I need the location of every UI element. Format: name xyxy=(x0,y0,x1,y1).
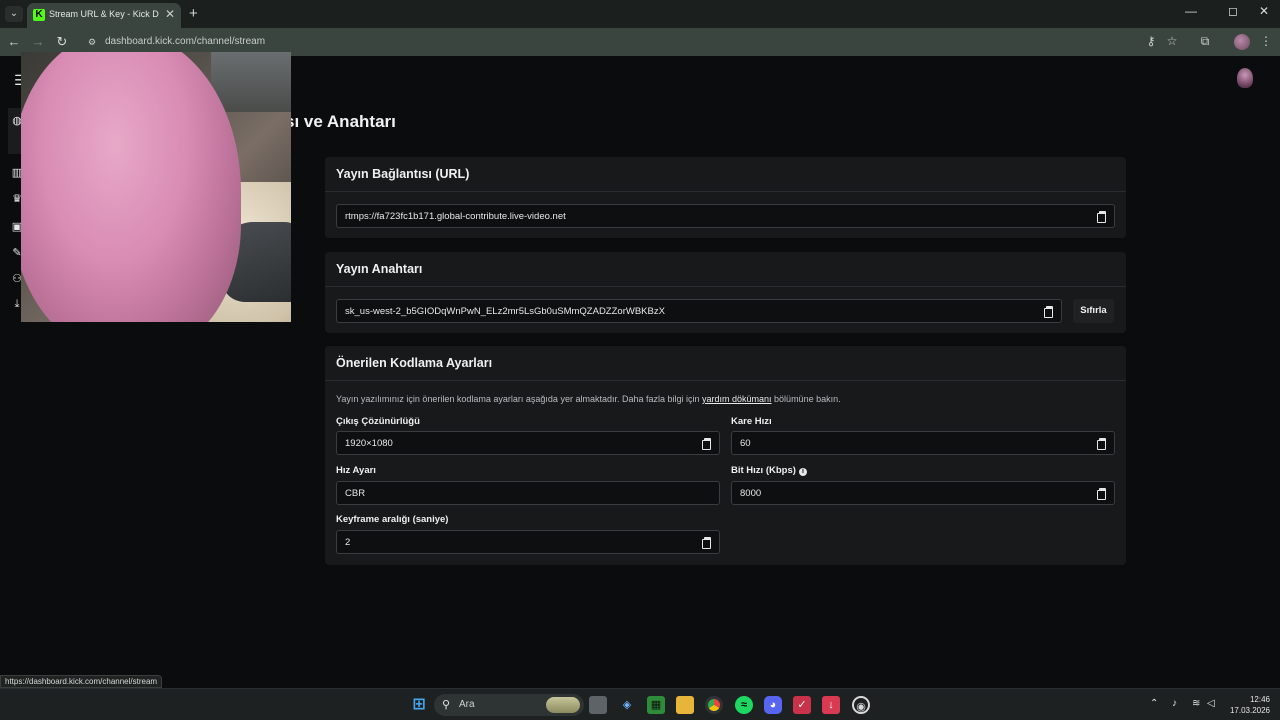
stream-url-value: rtmps://fa723fc1b171.global-contribute.l… xyxy=(345,211,566,222)
taskbar-search[interactable]: ⚲ Ara xyxy=(434,694,584,716)
keyframe-field[interactable]: 2 xyxy=(336,530,720,554)
windows-taskbar: ⊞ ⚲ Ara ◈ ▦ ≈ ◕ ✓ ↓ ◉ ⌃ ♪ ≋ ◁ 12:46 17.0… xyxy=(0,688,1280,720)
copy-icon[interactable] xyxy=(1096,487,1108,500)
forward-arrow-icon[interactable]: → xyxy=(30,34,46,50)
search-icon: ⚲ xyxy=(442,699,451,711)
microphone-icon[interactable]: ♪ xyxy=(1172,698,1177,709)
close-window-button[interactable]: ✕ xyxy=(1254,4,1274,18)
stream-key-card: Yayın Anahtarı sk_us-west-2_b5GIODqWnPwN… xyxy=(325,252,1126,333)
tab-close-icon[interactable]: ✕ xyxy=(165,7,175,21)
keyframe-value: 2 xyxy=(345,537,351,548)
url-text[interactable]: dashboard.kick.com/channel/stream xyxy=(105,36,265,47)
volume-icon[interactable]: ◁ xyxy=(1207,698,1215,709)
stream-key-title: Yayın Anahtarı xyxy=(325,252,1126,287)
copy-icon[interactable] xyxy=(1043,305,1055,318)
keyframe-label: Keyframe aralığı (saniye) xyxy=(336,514,449,525)
stream-url-field[interactable]: rtmps://fa723fc1b171.global-contribute.l… xyxy=(336,204,1115,228)
info-icon[interactable]: i xyxy=(798,468,807,476)
spotify-icon[interactable]: ≈ xyxy=(735,696,753,714)
rate-control-label: Hız Ayarı xyxy=(336,465,376,476)
obs-icon[interactable]: ◉ xyxy=(852,696,870,714)
app-icon[interactable]: ◈ xyxy=(618,696,636,714)
app-download-icon[interactable]: ↓ xyxy=(822,696,840,714)
rate-control-field[interactable]: CBR xyxy=(336,481,720,505)
copy-icon[interactable] xyxy=(701,536,713,549)
profile-avatar-icon[interactable] xyxy=(1234,34,1250,50)
resolution-value: 1920×1080 xyxy=(345,438,393,449)
encoding-settings-card: Önerilen Kodlama Ayarları Yayın yazılımı… xyxy=(325,346,1126,565)
framerate-field[interactable]: 60 xyxy=(731,431,1115,455)
browser-tab-bar: ⌄ K Stream URL & Key - Kick Dashb ✕ + — … xyxy=(0,0,1280,28)
stream-url-card: Yayın Bağlantısı (URL) rtmps://fa723fc1b… xyxy=(325,157,1126,238)
wifi-icon[interactable]: ≋ xyxy=(1192,698,1200,709)
password-key-icon[interactable]: ⚷ xyxy=(1143,34,1159,48)
stream-url-title: Yayın Bağlantısı (URL) xyxy=(325,157,1126,192)
new-tab-button[interactable]: + xyxy=(189,5,198,22)
search-placeholder: Ara xyxy=(459,699,475,710)
kick-favicon-icon: K xyxy=(33,9,45,21)
bookmark-star-icon[interactable]: ☆ xyxy=(1164,34,1180,48)
search-highlight-image xyxy=(546,697,580,713)
stream-key-value: sk_us-west-2_b5GIODqWnPwN_ELz2mr5LsGb0uS… xyxy=(345,306,665,317)
minimize-button[interactable]: — xyxy=(1181,4,1201,18)
rate-control-value: CBR xyxy=(345,488,366,499)
copy-icon[interactable] xyxy=(1096,210,1108,223)
extensions-icon[interactable]: ⧉ xyxy=(1197,34,1213,49)
address-bar[interactable]: ⚙ dashboard.kick.com/channel/stream xyxy=(78,31,1190,53)
back-arrow-icon[interactable]: ← xyxy=(6,34,22,50)
webcam-person xyxy=(21,52,241,322)
browser-menu-icon[interactable]: ⋮ xyxy=(1258,34,1274,48)
resolution-label: Çıkış Çözünürlüğü xyxy=(336,416,420,427)
clock-date: 17.03.2026 xyxy=(1229,706,1270,715)
copy-icon[interactable] xyxy=(701,437,713,450)
minecraft-icon[interactable]: ▦ xyxy=(647,696,665,714)
stream-key-field[interactable]: sk_us-west-2_b5GIODqWnPwN_ELz2mr5LsGb0uS… xyxy=(336,299,1062,323)
maximize-button[interactable]: ◻ xyxy=(1223,4,1243,18)
webcam-background xyxy=(211,52,291,112)
webcam-overlay xyxy=(21,52,291,322)
bitrate-label: Bit Hızı (Kbps) i xyxy=(731,465,807,476)
file-explorer-icon[interactable] xyxy=(676,696,694,714)
clock-time: 12:46 xyxy=(1249,695,1270,704)
browser-tab[interactable]: K Stream URL & Key - Kick Dashb ✕ xyxy=(27,3,181,28)
discord-icon[interactable]: ◕ xyxy=(764,696,782,714)
reset-key-button[interactable]: Sıfırla xyxy=(1073,299,1114,323)
user-avatar[interactable] xyxy=(1237,68,1253,88)
system-clock[interactable]: 12:46 17.03.2026 xyxy=(1228,694,1270,716)
framerate-value: 60 xyxy=(740,438,751,449)
page-title: sı ve Anahtarı xyxy=(285,112,396,131)
encoding-settings-title: Önerilen Kodlama Ayarları xyxy=(325,346,1126,381)
windows-start-icon[interactable]: ⊞ xyxy=(410,696,428,714)
chrome-icon[interactable] xyxy=(705,696,723,714)
site-info-icon[interactable]: ⚙ xyxy=(86,36,98,48)
copy-icon[interactable] xyxy=(1096,437,1108,450)
tray-chevron-icon[interactable]: ⌃ xyxy=(1150,698,1158,709)
app-red-icon[interactable]: ✓ xyxy=(793,696,811,714)
tab-search-menu-button[interactable]: ⌄ xyxy=(5,6,23,22)
help-doc-link[interactable]: yardım dökümanı xyxy=(702,394,772,404)
bitrate-value: 8000 xyxy=(740,488,762,499)
framerate-label: Kare Hızı xyxy=(731,416,772,427)
task-view-icon[interactable] xyxy=(589,696,607,714)
tab-title: Stream URL & Key - Kick Dashb xyxy=(49,9,159,19)
bitrate-field[interactable]: 8000 xyxy=(731,481,1115,505)
resolution-field[interactable]: 1920×1080 xyxy=(336,431,720,455)
status-url-bubble: https://dashboard.kick.com/channel/strea… xyxy=(0,675,163,688)
reload-icon[interactable]: ↻ xyxy=(54,34,70,50)
encoding-description: Yayın yazılımınız için önerilen kodlama … xyxy=(336,394,841,404)
